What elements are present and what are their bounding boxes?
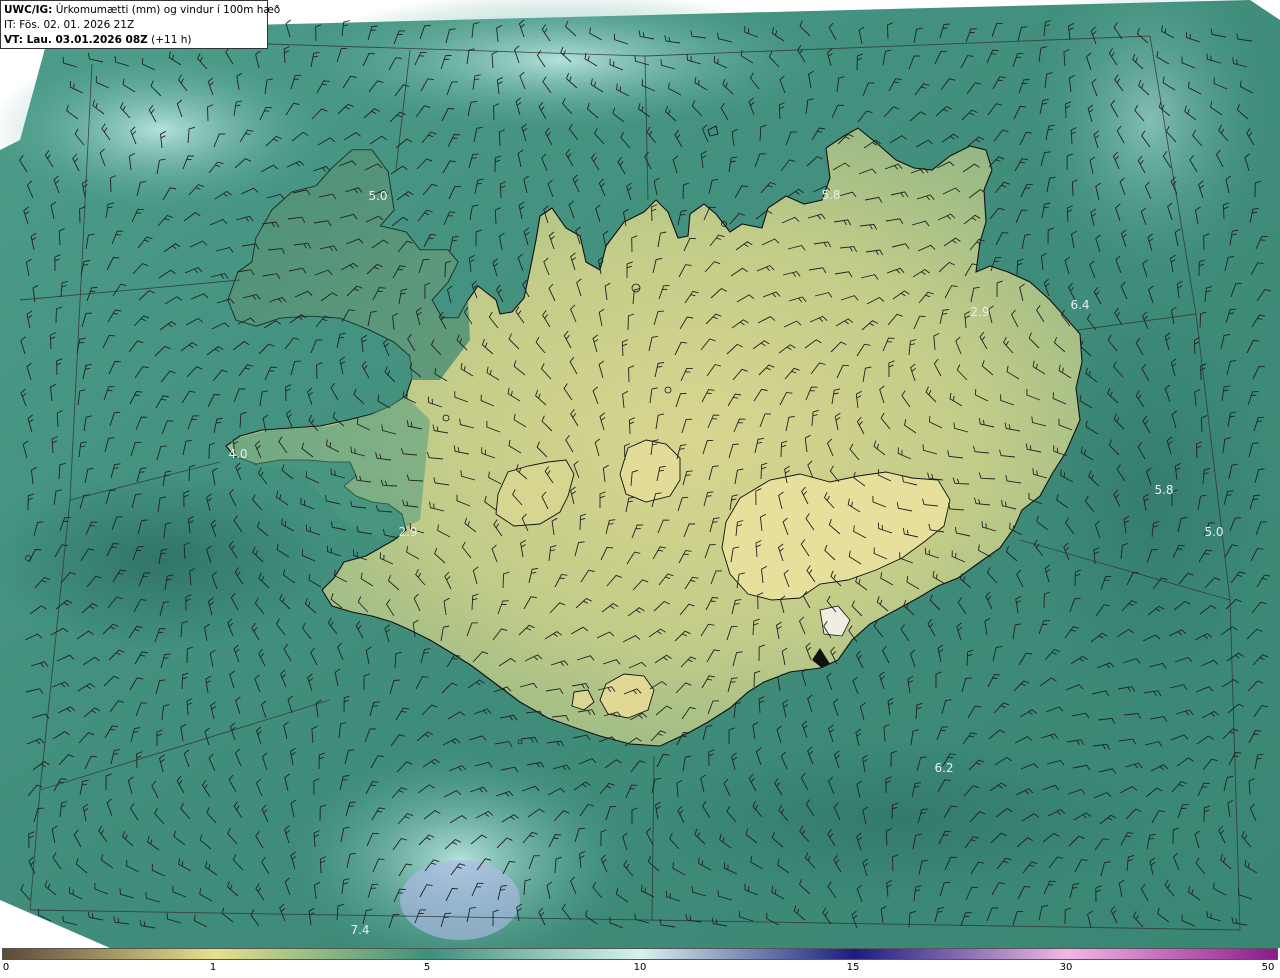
map-title: Úrkomumætti (mm) og vindur í 100m hæð (52, 4, 281, 16)
valid-time: VT: Lau. 03.01.2026 08Z (4, 34, 148, 46)
light-sea-nw (0, 50, 330, 210)
map-value-label: 5.8 (1154, 483, 1173, 497)
title-row: UWC/IG: Úrkomumætti (mm) og vindur í 100… (4, 3, 280, 18)
color-scale-tick: 5 (423, 962, 431, 973)
color-scale-bar (2, 948, 1278, 960)
map-value-label: 5.0 (368, 189, 387, 203)
map-value-label: 7.4 (350, 923, 369, 937)
init-time: IT: Fös. 02. 01. 2026 21Z (4, 19, 135, 31)
map-value-label: 2.9 (970, 305, 989, 319)
map-value-label: 6.2 (934, 761, 953, 775)
valid-time-row: VT: Lau. 03.01.2026 08Z (+11 h) (4, 33, 264, 48)
map-value-label: 4.0 (228, 447, 247, 461)
map-value-label: 5.8 (821, 188, 840, 202)
map-canvas: 5.0 5.8 6.4 2.9 4.0 2.9 5.8 5.0 6.2 7.4 (0, 0, 1280, 970)
color-scale-tick: 0 (2, 962, 10, 973)
color-scale-tick: 15 (846, 962, 860, 973)
color-scale-ticks: 0 1 5 10 15 30 50 (0, 962, 1280, 978)
lead-time: (+11 h) (147, 34, 192, 46)
color-scale-tick: 50 (1261, 962, 1275, 973)
glacier-hofsjokull (619, 439, 681, 503)
map-header: UWC/IG: Úrkomumætti (mm) og vindur í 100… (0, 0, 280, 49)
map-value-label: 2.9 (398, 525, 417, 539)
color-scale-tick: 1 (209, 962, 217, 973)
map-value-label: 5.0 (1204, 525, 1223, 539)
model-name: UWC/IG: (4, 4, 53, 16)
precipitation-map: 5.0 5.8 6.4 2.9 4.0 2.9 5.8 5.0 6.2 7.4 (0, 0, 1280, 970)
map-value-label: 6.4 (1070, 298, 1089, 312)
color-scale-tick: 30 (1059, 962, 1073, 973)
color-scale-tick: 10 (633, 962, 647, 973)
